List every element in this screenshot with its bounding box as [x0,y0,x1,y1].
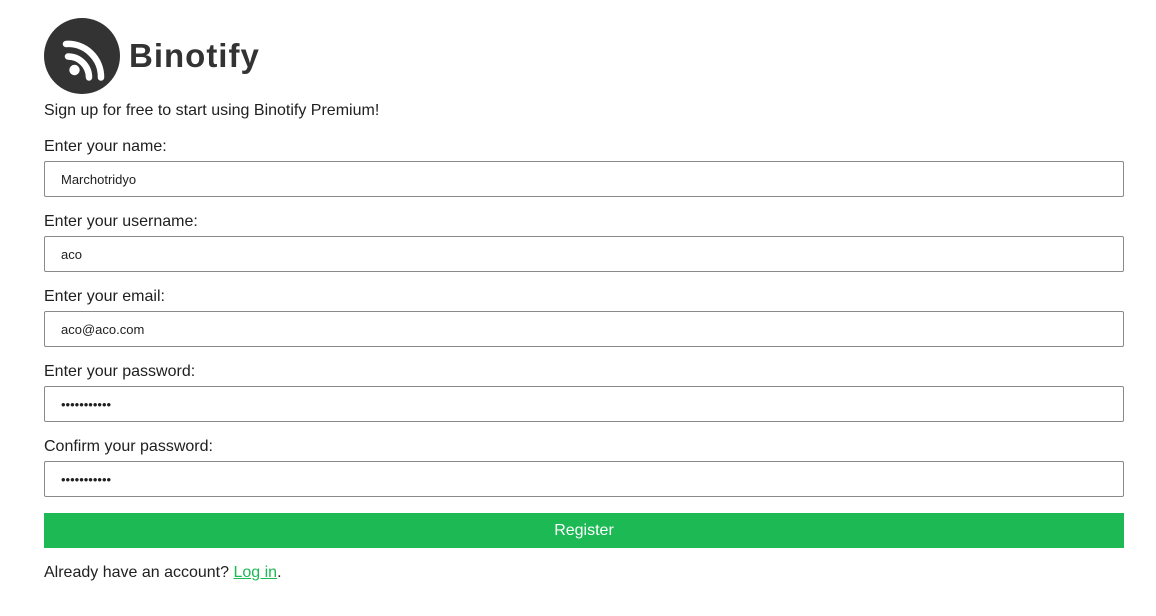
name-input[interactable] [44,161,1124,197]
login-prompt: Already have an account? Log in. [44,564,282,582]
login-prompt-suffix: . [277,564,282,581]
rss-feed-icon [44,18,120,94]
confirm-password-field-group: Confirm your password: [44,438,1124,513]
email-input[interactable] [44,311,1124,347]
register-button[interactable]: Register [44,513,1124,548]
brand-header: Binotify [44,18,260,94]
login-prompt-text: Already have an account? [44,564,234,581]
name-field-group: Enter your name: [44,138,1124,213]
signup-tagline: Sign up for free to start using Binotify… [44,102,380,119]
confirm-password-label: Confirm your password: [44,438,213,455]
password-input[interactable] [44,386,1124,422]
register-page: Binotify Sign up for free to start using… [0,0,1156,616]
username-field-group: Enter your username: [44,213,1124,288]
email-label: Enter your email: [44,288,165,305]
password-label: Enter your password: [44,363,196,380]
brand-name: Binotify [129,37,260,74]
username-input[interactable] [44,236,1124,272]
confirm-password-input[interactable] [44,461,1124,497]
login-link[interactable]: Log in [233,564,277,581]
register-form: Enter your name: Enter your username: En… [44,138,1124,513]
email-field-group: Enter your email: [44,288,1124,363]
username-label: Enter your username: [44,213,198,230]
password-field-group: Enter your password: [44,363,1124,438]
name-label: Enter your name: [44,138,167,155]
